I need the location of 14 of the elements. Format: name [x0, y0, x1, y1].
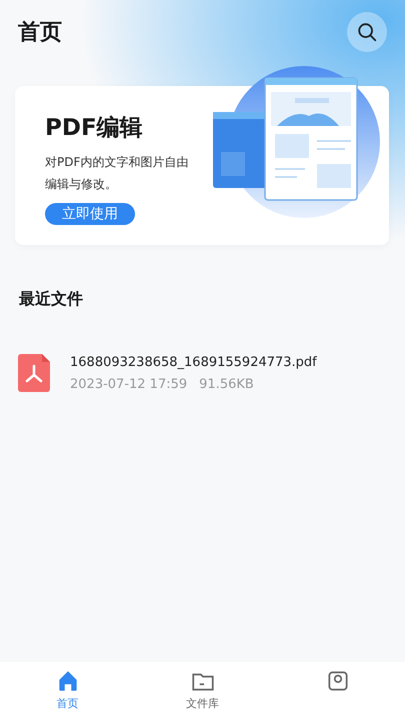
- pdf-file-icon: [18, 354, 50, 392]
- section-title: 最近文件: [19, 289, 84, 310]
- file-size: 91.56KB: [199, 376, 254, 392]
- page-title: 首页: [18, 19, 62, 47]
- banner-title: PDF编辑: [45, 114, 143, 143]
- nav-tab[interactable]: 文件库: [135, 662, 270, 720]
- banner-description: 对PDF内的文字和图片自由编辑与修改。: [45, 154, 190, 193]
- file-name: 1688093238658_1689155924773.pdf: [70, 354, 317, 370]
- search-icon: [356, 21, 378, 43]
- file-date: 2023-07-12 17:59: [70, 376, 188, 392]
- use-now-button[interactable]: 立即使用: [45, 203, 135, 225]
- search-button[interactable]: [347, 12, 387, 52]
- file-item[interactable]: 1688093238658_1689155924773.pdf 2023-07-12 17:59 91.56KB: [0, 354, 405, 392]
- nav-tab[interactable]: 首页: [0, 662, 135, 720]
